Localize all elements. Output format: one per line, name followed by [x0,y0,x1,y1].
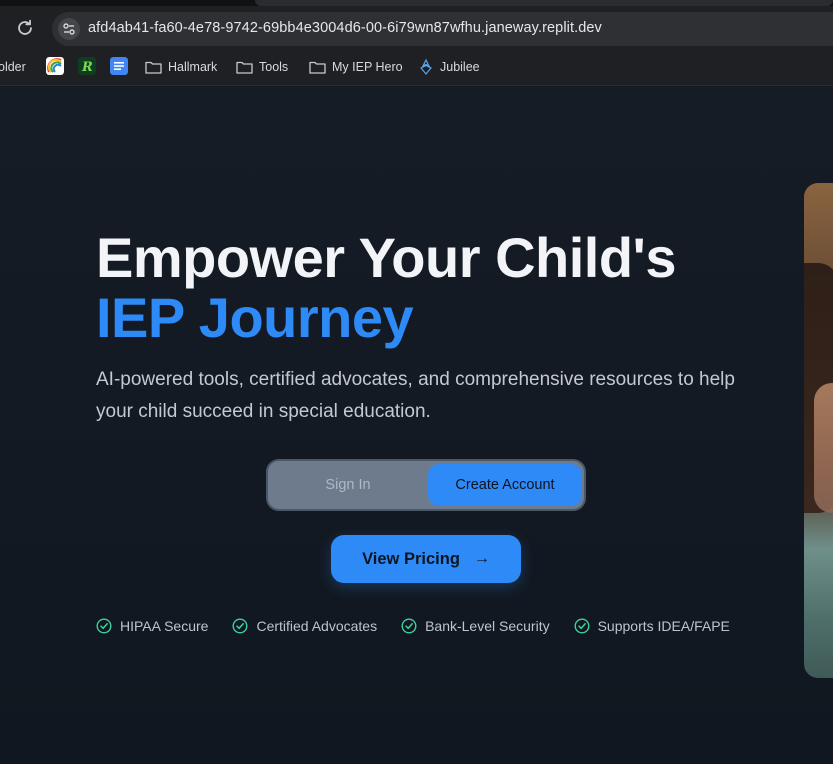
badge-label: Supports IDEA/FAPE [597,618,730,634]
reload-icon[interactable] [14,17,36,39]
hero-subtitle: AI-powered tools, certified advocates, a… [96,369,735,422]
bookmark-hallmark[interactable]: Hallmark [145,58,217,76]
view-pricing-label: View Pricing [362,549,460,568]
bookmark-folder-truncated[interactable]: older [0,58,26,76]
active-tab[interactable] [255,0,833,6]
bookmark-label: Jubilee [440,60,480,74]
check-circle-icon [232,618,248,634]
rainbow-favicon[interactable] [46,57,64,75]
auth-toggle: Sign In Create Account [266,459,586,511]
check-circle-icon [96,618,112,634]
folder-icon [145,61,162,74]
folder-icon [236,61,253,74]
jubilee-favicon [420,59,432,75]
badge-hipaa: HIPAA Secure [96,618,208,634]
docs-favicon[interactable] [110,57,128,75]
trust-badges: HIPAA Secure Certified Advocates Bank-Le… [96,616,754,636]
create-account-button[interactable]: Create Account [428,464,582,506]
r-favicon[interactable]: R [78,57,96,75]
bookmark-my-iep-hero[interactable]: My IEP Hero [309,58,403,76]
hero-title-line1: Empower Your Child's [96,226,677,289]
photo-face [814,383,833,513]
check-circle-icon [574,618,590,634]
badge-idea-fape: Supports IDEA/FAPE [574,618,730,634]
folder-icon [309,61,326,74]
badge-label: HIPAA Secure [120,618,209,634]
badge-label: Certified Advocates [256,618,378,634]
badge-bank-level-security: Bank-Level Security [401,618,550,634]
badge-label: Bank-Level Security [425,618,550,634]
bookmark-jubilee[interactable]: Jubilee [418,58,480,76]
bookmark-label: older [0,60,26,74]
check-circle-icon [401,618,417,634]
bookmark-label: Tools [259,60,289,74]
bookmark-tools[interactable]: Tools [236,58,288,76]
badge-certified-advocates: Certified Advocates [232,618,377,634]
hero-title-line2: IEP Journey [96,286,414,349]
view-pricing-button[interactable]: View Pricing → [331,535,521,583]
svg-text:R: R [81,60,93,75]
url-text[interactable]: afd4ab41-fa60-4e78-9742-69bb4e3004d6-00-… [88,20,602,36]
hero-photo [804,183,833,678]
site-info-icon[interactable] [58,18,80,40]
bookmark-label: My IEP Hero [332,60,403,74]
bookmark-label: Hallmark [168,60,218,74]
sign-in-button[interactable]: Sign In [268,461,428,509]
arrow-right-icon: → [473,550,490,567]
